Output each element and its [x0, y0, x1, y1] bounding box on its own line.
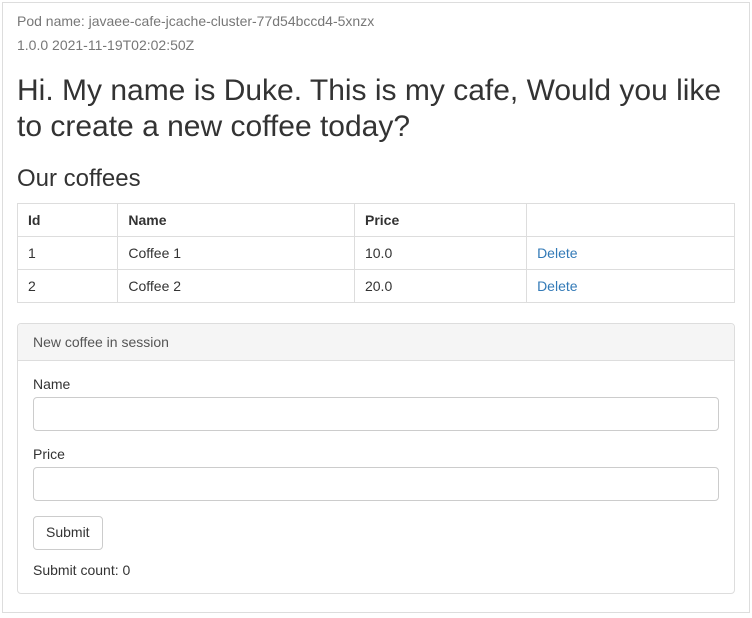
- page-container: Pod name: javaee-cafe-jcache-cluster-77d…: [2, 2, 750, 613]
- pod-name-value: javaee-cafe-jcache-cluster-77d54bccd4-5x…: [89, 13, 375, 29]
- cell-price: 10.0: [354, 237, 526, 270]
- submit-button[interactable]: Submit: [33, 516, 103, 550]
- table-row: 2 Coffee 2 20.0 Delete: [18, 270, 735, 303]
- cell-id: 1: [18, 237, 118, 270]
- col-action: [527, 204, 735, 237]
- submit-count-line: Submit count: 0: [33, 562, 719, 578]
- name-label: Name: [33, 376, 719, 392]
- new-coffee-panel: New coffee in session Name Price Submit …: [17, 323, 735, 594]
- submit-count-value: 0: [123, 562, 131, 578]
- section-title-coffees: Our coffees: [17, 165, 735, 193]
- cell-name: Coffee 2: [118, 270, 355, 303]
- price-input[interactable]: [33, 467, 719, 501]
- pod-name-prefix: Pod name:: [17, 13, 89, 29]
- panel-body: Name Price Submit Submit count: 0: [18, 361, 734, 593]
- col-name: Name: [118, 204, 355, 237]
- table-row: 1 Coffee 1 10.0 Delete: [18, 237, 735, 270]
- delete-link[interactable]: Delete: [537, 245, 577, 261]
- name-input[interactable]: [33, 397, 719, 431]
- cell-name: Coffee 1: [118, 237, 355, 270]
- table-header-row: Id Name Price: [18, 204, 735, 237]
- col-id: Id: [18, 204, 118, 237]
- cell-price: 20.0: [354, 270, 526, 303]
- page-title: Hi. My name is Duke. This is my cafe, Wo…: [17, 73, 735, 145]
- cell-id: 2: [18, 270, 118, 303]
- pod-name-line: Pod name: javaee-cafe-jcache-cluster-77d…: [17, 13, 735, 29]
- panel-heading: New coffee in session: [18, 324, 734, 361]
- delete-link[interactable]: Delete: [537, 278, 577, 294]
- coffee-table: Id Name Price 1 Coffee 1 10.0 Delete 2 C…: [17, 203, 735, 303]
- price-label: Price: [33, 446, 719, 462]
- submit-count-prefix: Submit count:: [33, 562, 123, 578]
- version-line: 1.0.0 2021-11-19T02:02:50Z: [17, 37, 735, 53]
- col-price: Price: [354, 204, 526, 237]
